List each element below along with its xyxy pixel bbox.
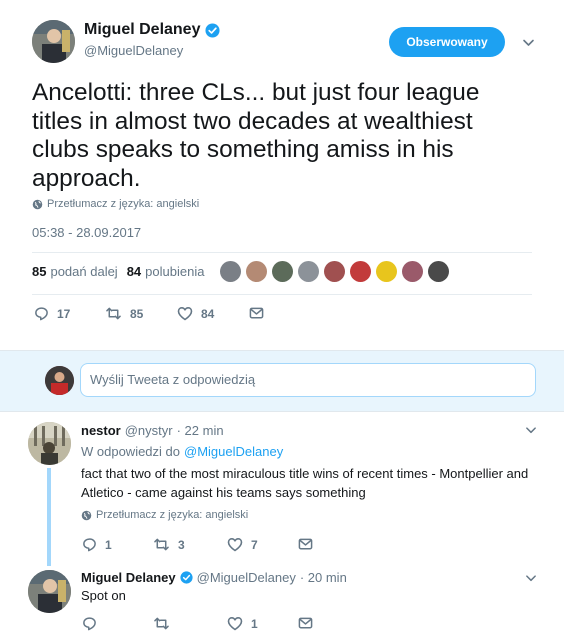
liker-avatar[interactable] [246,261,267,282]
reply-time[interactable]: · 20 min [300,570,347,585]
current-user-avatar[interactable] [45,366,74,395]
verified-badge-icon [205,22,221,38]
thread-line [47,468,51,566]
tweet-timestamp[interactable]: 05:38 - 28.09.2017 [32,225,141,240]
reply-input-placeholder: Wyślij Tweeta z odpowiedzią [90,372,256,387]
retweet-icon [106,307,121,320]
retweets-label: podań dalej [50,264,118,279]
translate-link[interactable]: Przetłumacz z języka: angielski [96,509,248,521]
retweets-count: 85 [32,264,47,279]
divider [32,252,532,253]
reply-icon [35,307,48,321]
like-count: 7 [251,537,258,552]
likes-stat[interactable]: 84 polubienia [127,264,205,279]
retweet-button[interactable] [153,616,178,631]
author-avatar[interactable] [32,20,75,63]
reply-button[interactable] [82,616,105,631]
liker-avatar[interactable] [272,261,293,282]
author-name[interactable]: Miguel Delaney [84,21,200,39]
like-count: 84 [201,306,215,321]
in-reply-to-label: W odpowiedzi do [81,444,180,459]
globe-icon [32,199,43,210]
like-button[interactable]: 1 [227,616,258,631]
direct-message-button[interactable] [249,306,272,320]
envelope-icon [249,307,264,319]
likers-avatars [220,261,449,282]
reply-author-handle[interactable]: @MiguelDelaney [197,570,296,585]
translate-link[interactable]: Przetłumacz z języka: angielski [47,198,199,210]
reply-author-avatar[interactable] [28,422,71,465]
follow-button[interactable]: Obserwowany [389,27,505,57]
likes-count: 84 [126,264,142,279]
retweet-icon [154,538,169,551]
reply-author-name[interactable]: nestor [81,423,121,438]
liker-avatar[interactable] [350,261,371,282]
envelope-icon [298,617,313,629]
retweet-icon [154,617,169,630]
envelope-icon [298,538,313,550]
reply-button[interactable]: 17 [34,306,70,321]
direct-message-button[interactable] [298,616,321,630]
reply-icon [83,617,96,631]
retweet-count: 85 [130,306,144,321]
reply-count: 1 [105,537,112,552]
reply-menu-chevron-down-icon[interactable] [525,572,537,584]
liker-avatar[interactable] [220,261,241,282]
reply-input[interactable]: Wyślij Tweeta z odpowiedzią [80,363,536,397]
liker-avatar[interactable] [298,261,319,282]
retweets-stat[interactable]: 85 podań dalej [32,264,118,279]
reply-author-avatar[interactable] [28,570,71,613]
tweet-menu-chevron-down-icon[interactable] [522,36,535,49]
reply-text: fact that two of the most miraculous tit… [81,466,529,500]
liker-avatar[interactable] [428,261,449,282]
reply-text: Spot on [81,588,126,603]
retweet-button[interactable]: 3 [153,537,185,552]
author-handle[interactable]: @MiguelDelaney [84,43,183,58]
tweet-text: Ancelotti: three CLs... but just four le… [32,79,480,192]
likes-label: polubienia [145,264,205,279]
divider [32,294,532,295]
liker-avatar[interactable] [402,261,423,282]
reply-time[interactable]: · 22 min [177,423,224,438]
reply-icon [83,538,96,552]
like-button[interactable]: 7 [227,537,258,552]
heart-icon [227,538,243,552]
verified-badge-icon [180,571,193,584]
globe-icon [81,510,92,521]
reply-author-handle[interactable]: @nystyr [125,423,173,438]
in-reply-to-link[interactable]: @MiguelDelaney [184,444,283,459]
reply-button[interactable]: 1 [82,537,112,552]
reply-author-name[interactable]: Miguel Delaney [81,570,176,585]
direct-message-button[interactable] [298,537,321,551]
retweet-button[interactable]: 85 [105,306,143,321]
like-count: 1 [251,616,258,631]
liker-avatar[interactable] [376,261,397,282]
liker-avatar[interactable] [324,261,345,282]
heart-icon [177,307,193,321]
heart-icon [227,617,243,631]
retweet-count: 3 [178,537,185,552]
reply-count: 17 [57,306,71,321]
like-button[interactable]: 84 [177,306,214,321]
reply-menu-chevron-down-icon[interactable] [525,424,537,436]
